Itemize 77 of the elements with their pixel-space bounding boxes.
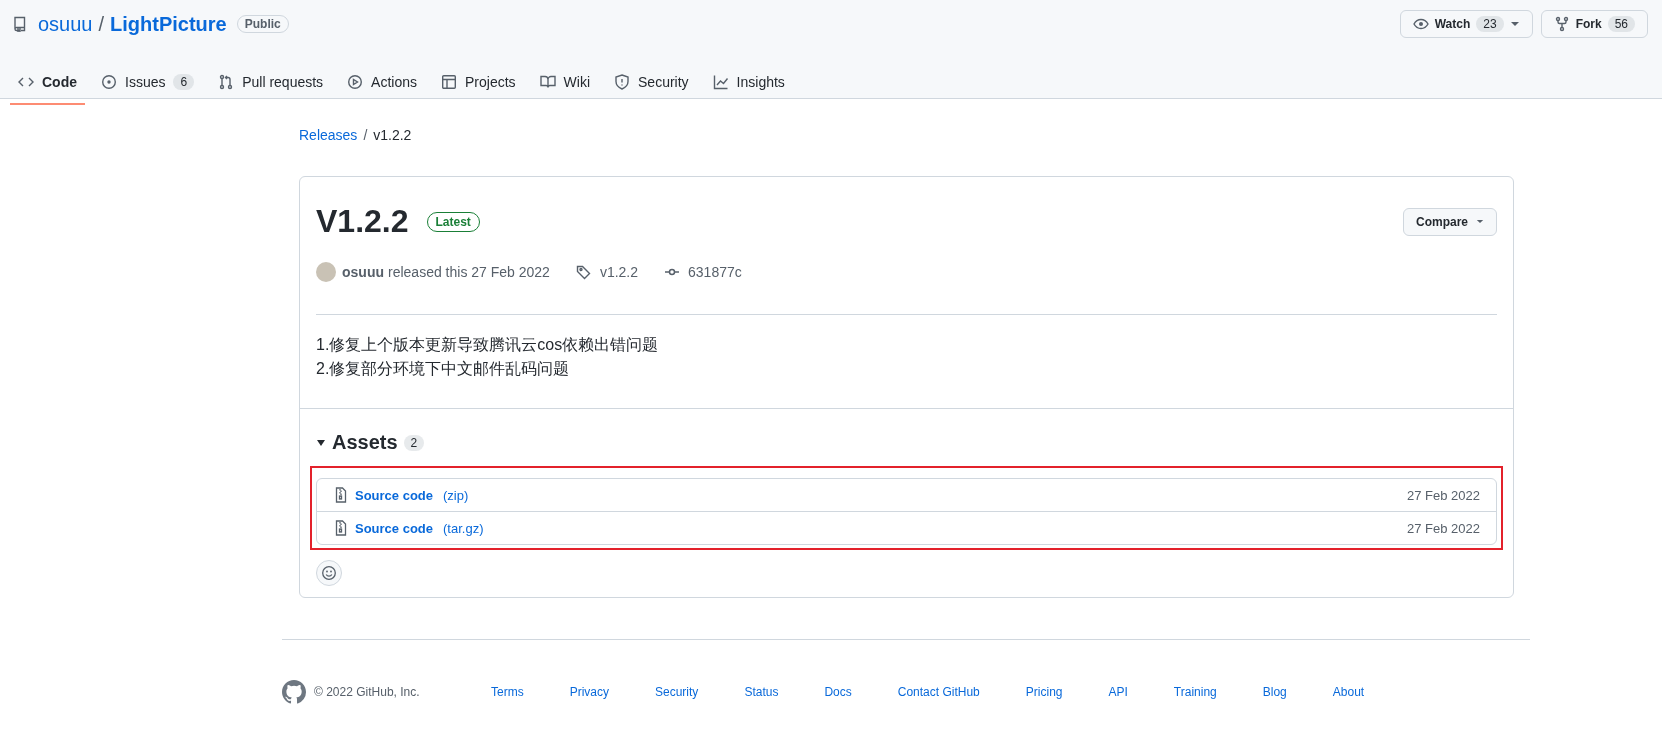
- tab-icon: [539, 74, 556, 90]
- release-date-text: released this 27 Feb 2022: [388, 264, 550, 280]
- asset-format-link[interactable]: (zip): [443, 487, 469, 503]
- tab-icon: [712, 74, 729, 90]
- footer-link[interactable]: About: [1332, 685, 1365, 699]
- repo-name-link[interactable]: LightPicture: [110, 12, 227, 36]
- release-note: 2.修复部分环境下中文邮件乱码问题: [316, 359, 571, 379]
- action-count: 23: [1476, 16, 1504, 32]
- tab-label: Security: [638, 74, 689, 90]
- repo-tab[interactable]: Code: [10, 61, 85, 105]
- tag-icon: [575, 264, 592, 280]
- repo-tab[interactable]: Projects: [433, 61, 524, 105]
- caret-icon: [1509, 21, 1520, 27]
- repo-tab[interactable]: Issues 6: [93, 61, 203, 105]
- asset-date: 27 Feb 2022: [1407, 487, 1480, 503]
- repo-tab[interactable]: Pull requests: [210, 61, 332, 105]
- assets-heading: Assets: [332, 431, 398, 454]
- compare-button[interactable]: Compare: [1403, 207, 1497, 236]
- footer-link[interactable]: Status: [744, 685, 779, 699]
- zip-file-icon: [333, 520, 349, 536]
- assets-count: 2: [403, 434, 425, 451]
- github-logo-icon: [282, 680, 306, 704]
- eye-icon: [1412, 16, 1429, 32]
- author-link[interactable]: osuuu: [342, 264, 384, 280]
- footer-link[interactable]: Pricing: [1025, 685, 1063, 699]
- repo-tab[interactable]: Wiki: [531, 61, 599, 105]
- tab-label: Code: [42, 74, 77, 90]
- footer-link[interactable]: Privacy: [569, 685, 609, 699]
- tab-icon: [441, 74, 457, 90]
- commit-link[interactable]: 631877c: [688, 264, 742, 280]
- smiley-icon: [321, 565, 337, 581]
- release-title: V1.2.2: [316, 203, 409, 240]
- tab-label: Insights: [736, 74, 785, 90]
- tab-icon: [347, 74, 364, 90]
- asset-format-link[interactable]: (tar.gz): [443, 520, 484, 536]
- action-label: Watch: [1434, 17, 1471, 31]
- repo-owner-link[interactable]: osuuu: [38, 12, 93, 36]
- footer-link[interactable]: Docs: [824, 685, 852, 699]
- footer-link[interactable]: Training: [1173, 685, 1217, 699]
- footer-link[interactable]: Security: [655, 685, 699, 699]
- release-note: 1.修复上个版本更新导致腾讯云cos依赖出错问题: [316, 335, 660, 355]
- footer-link[interactable]: API: [1108, 685, 1128, 699]
- tab-count: 6: [173, 74, 195, 90]
- caret-icon: [1476, 219, 1484, 224]
- asset-link[interactable]: Source code: [355, 487, 434, 503]
- repo-action-button[interactable]: Watch 23: [1399, 10, 1533, 38]
- repo-tab[interactable]: Actions: [339, 61, 425, 105]
- tab-label: Pull requests: [242, 74, 324, 90]
- action-label: Fork: [1575, 17, 1602, 31]
- breadcrumb-link[interactable]: Releases: [299, 127, 358, 145]
- tab-label: Issues: [125, 74, 166, 90]
- breadcrumb-separator: /: [363, 127, 368, 145]
- tab-label: Wiki: [563, 74, 591, 90]
- asset-link[interactable]: Source code: [355, 520, 434, 536]
- copyright-text: © 2022 GitHub, Inc.: [314, 685, 420, 699]
- reaction-button[interactable]: [316, 560, 342, 586]
- asset-date: 27 Feb 2022: [1407, 520, 1480, 536]
- footer-link[interactable]: Blog: [1262, 685, 1287, 699]
- zip-file-icon: [333, 487, 349, 503]
- repo-tab[interactable]: Insights: [704, 61, 793, 105]
- fork-icon: [1553, 16, 1570, 32]
- breadcrumb-current: v1.2.2: [373, 127, 412, 145]
- repo-action-button[interactable]: Fork 56: [1540, 10, 1648, 38]
- tab-icon: [218, 74, 235, 90]
- action-count: 56: [1607, 16, 1635, 32]
- repo-icon: [12, 16, 28, 32]
- tab-label: Projects: [465, 74, 516, 90]
- avatar: [316, 262, 336, 282]
- repo-tab[interactable]: Security: [606, 61, 697, 105]
- tab-label: Actions: [371, 74, 417, 90]
- tab-icon: [101, 74, 117, 90]
- footer-link[interactable]: Terms: [491, 685, 524, 699]
- path-separator: /: [98, 12, 105, 36]
- tab-icon: [614, 74, 631, 90]
- footer-link[interactable]: Contact GitHub: [897, 685, 980, 699]
- tag-link[interactable]: v1.2.2: [599, 264, 639, 280]
- disclosure-triangle-icon[interactable]: [316, 437, 326, 448]
